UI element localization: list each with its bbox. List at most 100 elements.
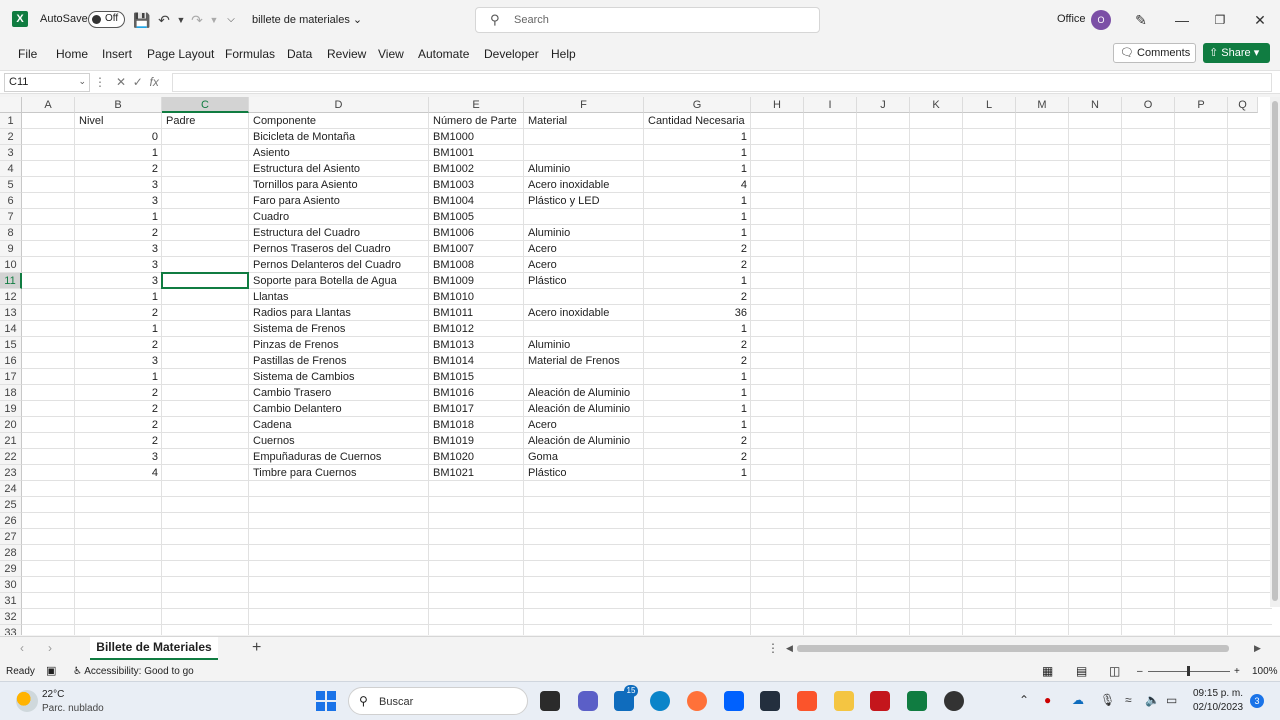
cell-numero-parte[interactable]: BM1005 (429, 209, 524, 225)
cell-cantidad[interactable]: 2 (644, 449, 751, 465)
cell-cantidad[interactable]: 1 (644, 385, 751, 401)
cell-material[interactable] (524, 145, 644, 161)
cell-nivel[interactable]: 2 (75, 433, 162, 449)
cell-material[interactable]: Aluminio (524, 337, 644, 353)
row-header-30[interactable]: 30 (0, 577, 22, 593)
vertical-scrollbar[interactable] (1270, 97, 1280, 607)
cell-componente[interactable]: Sistema de Cambios (249, 369, 429, 385)
cell-numero-parte[interactable]: BM1020 (429, 449, 524, 465)
taskbar-search-input[interactable]: ⚲ Buscar (348, 687, 528, 715)
excel-taskbar-icon[interactable] (907, 691, 927, 711)
cell-numero-parte[interactable]: BM1011 (429, 305, 524, 321)
header-cell-padre[interactable]: Padre (162, 113, 249, 129)
horizontal-scrollbar[interactable] (797, 645, 1229, 652)
cell-material[interactable] (524, 289, 644, 305)
scroll-left-icon[interactable]: ◀ (786, 643, 793, 654)
cell-nivel[interactable]: 2 (75, 385, 162, 401)
cell-cantidad[interactable]: 2 (644, 289, 751, 305)
obs-icon[interactable] (944, 691, 964, 711)
row-header-25[interactable]: 25 (0, 497, 22, 513)
page-break-view-icon[interactable]: ◫ (1109, 664, 1120, 678)
cell-componente[interactable]: Tornillos para Asiento (249, 177, 429, 193)
menu-home[interactable]: Home (56, 47, 88, 61)
row-header-33[interactable]: 33 (0, 625, 22, 635)
cell-nivel[interactable]: 3 (75, 353, 162, 369)
save-icon[interactable]: 💾 (133, 11, 151, 29)
column-header-f[interactable]: F (524, 97, 644, 113)
cell-cantidad[interactable]: 1 (644, 321, 751, 337)
cell-componente[interactable]: Bicicleta de Montaña (249, 129, 429, 145)
tab-prev-icon[interactable]: ‹ (20, 641, 24, 655)
zoom-slider-handle[interactable] (1187, 666, 1190, 676)
cell-numero-parte[interactable]: BM1009 (429, 273, 524, 289)
row-header-23[interactable]: 23 (0, 465, 22, 481)
fx-icon[interactable]: fx (149, 75, 158, 89)
normal-view-icon[interactable]: ▦ (1042, 664, 1053, 678)
minimize-icon[interactable]: — (1172, 10, 1192, 30)
cell-numero-parte[interactable]: BM1015 (429, 369, 524, 385)
microphone-icon[interactable]: 🎙 (1100, 693, 1115, 707)
cell-cantidad[interactable]: 1 (644, 401, 751, 417)
cell-componente[interactable]: Pernos Traseros del Cuadro (249, 241, 429, 257)
cell-cantidad[interactable]: 2 (644, 241, 751, 257)
column-header-d[interactable]: D (249, 97, 429, 113)
chevron-up-icon[interactable]: ⌃ (1019, 693, 1029, 707)
cell-cantidad[interactable]: 2 (644, 353, 751, 369)
column-header-n[interactable]: N (1069, 97, 1122, 113)
row-header-24[interactable]: 24 (0, 481, 22, 497)
column-header-q[interactable]: Q (1228, 97, 1258, 113)
cell-cantidad[interactable]: 36 (644, 305, 751, 321)
cell-nivel[interactable]: 3 (75, 257, 162, 273)
cell-nivel[interactable]: 3 (75, 177, 162, 193)
menu-data[interactable]: Data (287, 47, 312, 61)
onedrive-icon[interactable]: ☁ (1072, 693, 1084, 707)
cell-numero-parte[interactable]: BM1008 (429, 257, 524, 273)
column-header-l[interactable]: L (963, 97, 1016, 113)
cell-componente[interactable]: Radios para Llantas (249, 305, 429, 321)
cell-material[interactable] (524, 321, 644, 337)
row-header-15[interactable]: 15 (0, 337, 22, 353)
cell-numero-parte[interactable]: BM1006 (429, 225, 524, 241)
restore-icon[interactable]: ❐ (1210, 10, 1230, 30)
cell-componente[interactable]: Estructura del Cuadro (249, 225, 429, 241)
column-header-b[interactable]: B (75, 97, 162, 113)
row-header-9[interactable]: 9 (0, 241, 22, 257)
cell-material[interactable]: Plástico y LED (524, 193, 644, 209)
customize-toolbar-icon[interactable]: ⌵ (222, 11, 240, 29)
cell-componente[interactable]: Pernos Delanteros del Cuadro (249, 257, 429, 273)
column-header-g[interactable]: G (644, 97, 751, 113)
add-sheet-icon[interactable]: + (252, 639, 261, 657)
menu-page-layout[interactable]: Page Layout (147, 47, 214, 61)
cell-material[interactable] (524, 369, 644, 385)
edge-icon[interactable] (650, 691, 670, 711)
row-header-12[interactable]: 12 (0, 289, 22, 305)
accessibility-status[interactable]: ♿ Accessibility: Good to go (73, 666, 194, 677)
cell-material[interactable]: Aleación de Aluminio (524, 385, 644, 401)
tray-app-icon[interactable]: ● (1044, 693, 1051, 707)
column-header-m[interactable]: M (1016, 97, 1069, 113)
enter-icon[interactable]: ✓ (133, 75, 143, 89)
formula-input[interactable] (172, 73, 1272, 92)
header-cell-material[interactable]: Material (524, 113, 644, 129)
cell-material[interactable]: Goma (524, 449, 644, 465)
cell-nivel[interactable]: 2 (75, 401, 162, 417)
cell-cantidad[interactable]: 1 (644, 273, 751, 289)
cell-nivel[interactable]: 1 (75, 209, 162, 225)
cell-nivel[interactable]: 2 (75, 225, 162, 241)
cell-componente[interactable]: Asiento (249, 145, 429, 161)
tab-next-icon[interactable]: › (48, 641, 52, 655)
cell-numero-parte[interactable]: BM1000 (429, 129, 524, 145)
cell-numero-parte[interactable]: BM1021 (429, 465, 524, 481)
row-header-31[interactable]: 31 (0, 593, 22, 609)
cell-material[interactable]: Aluminio (524, 161, 644, 177)
notification-badge[interactable]: 3 (1250, 694, 1264, 708)
cell-numero-parte[interactable]: BM1010 (429, 289, 524, 305)
more-icon[interactable]: ⋮ (94, 75, 106, 89)
cell-material[interactable] (524, 129, 644, 145)
cell-cantidad[interactable]: 1 (644, 225, 751, 241)
row-header-10[interactable]: 10 (0, 257, 22, 273)
macro-icon[interactable]: ▣ (46, 664, 56, 677)
cell-nivel[interactable]: 3 (75, 449, 162, 465)
menu-review[interactable]: Review (327, 47, 366, 61)
cell-material[interactable]: Acero (524, 241, 644, 257)
